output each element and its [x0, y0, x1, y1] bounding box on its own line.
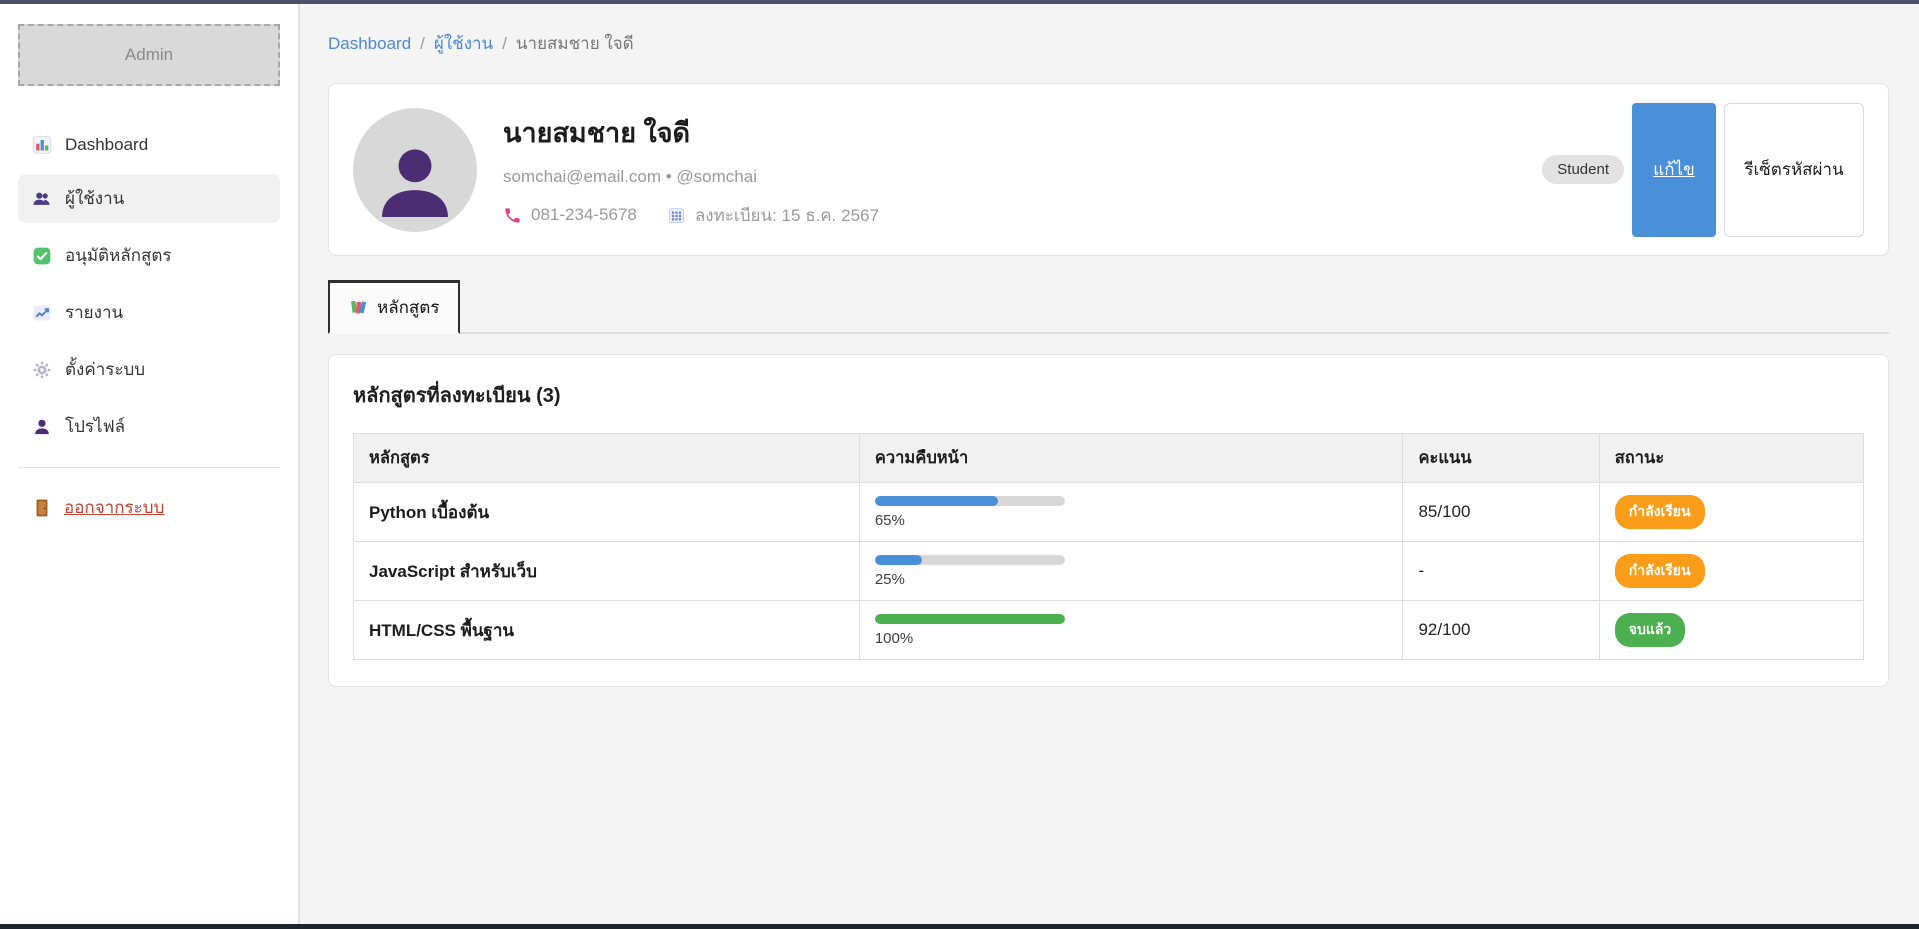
sidebar-item-label: ผู้ใช้งาน	[65, 185, 124, 212]
sidebar-item-users[interactable]: ผู้ใช้งาน	[18, 174, 280, 223]
users-icon	[32, 189, 52, 209]
sidebar-item-label: ตั้งค่าระบบ	[65, 356, 145, 383]
admin-logo-label: Admin	[125, 45, 173, 65]
person-icon	[32, 417, 52, 437]
status-badge: กำลังเรียน	[1615, 495, 1705, 529]
score-value: -	[1418, 561, 1424, 580]
sidebar-item-label: อนุมัติหลักสูตร	[65, 242, 172, 269]
phone-item: 081-234-5678	[503, 205, 637, 225]
main-content: Dashboard / ผู้ใช้งาน / นายสมชาย ใจดี นายสมช…	[300, 4, 1919, 924]
sidebar-item-label: รายงาน	[65, 299, 123, 326]
reset-password-button[interactable]: รีเซ็ตรหัสผ่าน	[1724, 103, 1864, 237]
table-row: JavaScript สำหรับเว็บ 25% - กำลังเรียน	[354, 542, 1864, 601]
profile-email: somchai@email.com • @somchai	[503, 167, 1542, 187]
column-header-status: สถานะ	[1599, 434, 1863, 483]
status-badge: จบแล้ว	[1615, 613, 1686, 647]
sidebar-item-dashboard[interactable]: Dashboard	[18, 124, 280, 166]
column-header-score: คะแนน	[1403, 434, 1599, 483]
progress-fill	[875, 496, 999, 506]
breadcrumb-link-users[interactable]: ผู้ใช้งาน	[434, 34, 493, 53]
progress-fill	[875, 555, 923, 565]
logout-link[interactable]: ออกจากระบบ	[18, 494, 280, 521]
trend-chart-icon	[32, 303, 52, 323]
courses-table: หลักสูตร ความคืบหน้า คะแนน สถานะ Python …	[353, 433, 1864, 660]
sidebar-item-approve-courses[interactable]: อนุมัติหลักสูตร	[18, 231, 280, 280]
role-badge: Student	[1542, 155, 1624, 184]
column-header-course: หลักสูตร	[354, 434, 860, 483]
calendar-icon	[667, 206, 686, 225]
check-icon	[32, 246, 52, 266]
person-icon	[372, 140, 458, 226]
tab-bar: หลักสูตร	[328, 280, 1889, 334]
profile-card: นายสมชาย ใจดี somchai@email.com • @somch…	[328, 83, 1889, 256]
table-row: HTML/CSS พื้นฐาน 100% 92/100 จบแล้ว	[354, 601, 1864, 660]
course-name: Python เบื้องต้น	[369, 503, 489, 522]
progress-bar	[875, 555, 1065, 565]
breadcrumb-separator: /	[420, 34, 425, 53]
courses-card: หลักสูตรที่ลงทะเบียน (3) หลักสูตร ความคื…	[328, 354, 1889, 687]
bar-chart-icon	[32, 135, 52, 155]
tab-label: หลักสูตร	[377, 294, 439, 321]
progress-label: 100%	[875, 630, 1388, 647]
books-icon	[349, 298, 368, 317]
avatar	[353, 108, 477, 232]
sidebar: Admin Dashboard ผู้ใช้งาน อนุมัติหลักสูต…	[0, 4, 300, 924]
column-header-progress: ความคืบหน้า	[859, 434, 1403, 483]
progress-fill	[875, 614, 1065, 624]
sidebar-item-label: โปรไฟล์	[65, 413, 125, 440]
table-header-row: หลักสูตร ความคืบหน้า คะแนน สถานะ	[354, 434, 1864, 483]
breadcrumb-current: นายสมชาย ใจดี	[516, 34, 634, 53]
course-name: JavaScript สำหรับเว็บ	[369, 562, 537, 581]
course-name: HTML/CSS พื้นฐาน	[369, 621, 514, 640]
courses-title: หลักสูตรที่ลงทะเบียน (3)	[353, 379, 1864, 411]
tab-courses[interactable]: หลักสูตร	[328, 280, 460, 334]
sidebar-item-settings[interactable]: ตั้งค่าระบบ	[18, 345, 280, 394]
phone-icon	[503, 206, 522, 225]
sidebar-item-reports[interactable]: รายงาน	[18, 288, 280, 337]
status-badge: กำลังเรียน	[1615, 554, 1705, 588]
progress-label: 25%	[875, 571, 1388, 588]
profile-phone: 081-234-5678	[531, 205, 637, 225]
edit-button[interactable]: แก้ไข	[1632, 103, 1716, 237]
sidebar-item-profile[interactable]: โปรไฟล์	[18, 402, 280, 451]
profile-registered: ลงทะเบียน: 15 ธ.ค. 2567	[695, 202, 879, 229]
breadcrumb-separator: /	[502, 34, 507, 53]
breadcrumb-link-dashboard[interactable]: Dashboard	[328, 34, 411, 53]
profile-name: นายสมชาย ใจดี	[503, 111, 1542, 154]
profile-actions: Student แก้ไข รีเซ็ตรหัสผ่าน	[1542, 103, 1864, 237]
breadcrumb: Dashboard / ผู้ใช้งาน / นายสมชาย ใจดี	[328, 30, 1889, 57]
progress-bar	[875, 496, 1065, 506]
score-value: 92/100	[1418, 620, 1470, 639]
progress-label: 65%	[875, 512, 1388, 529]
progress-bar	[875, 614, 1065, 624]
logout-label: ออกจากระบบ	[64, 494, 164, 521]
profile-meta: 081-234-5678 ลงทะเบียน: 15 ธ.ค. 2567	[503, 202, 1542, 229]
score-value: 85/100	[1418, 502, 1470, 521]
door-icon	[32, 498, 52, 518]
table-row: Python เบื้องต้น 65% 85/100 กำลังเรียน	[354, 483, 1864, 542]
admin-logo: Admin	[18, 24, 280, 86]
sidebar-item-label: Dashboard	[65, 135, 148, 155]
gear-icon	[32, 360, 52, 380]
profile-info: นายสมชาย ใจดี somchai@email.com • @somch…	[503, 111, 1542, 229]
registered-item: ลงทะเบียน: 15 ธ.ค. 2567	[667, 202, 879, 229]
window-bottom-bar	[0, 924, 1919, 929]
sidebar-divider	[18, 467, 280, 468]
